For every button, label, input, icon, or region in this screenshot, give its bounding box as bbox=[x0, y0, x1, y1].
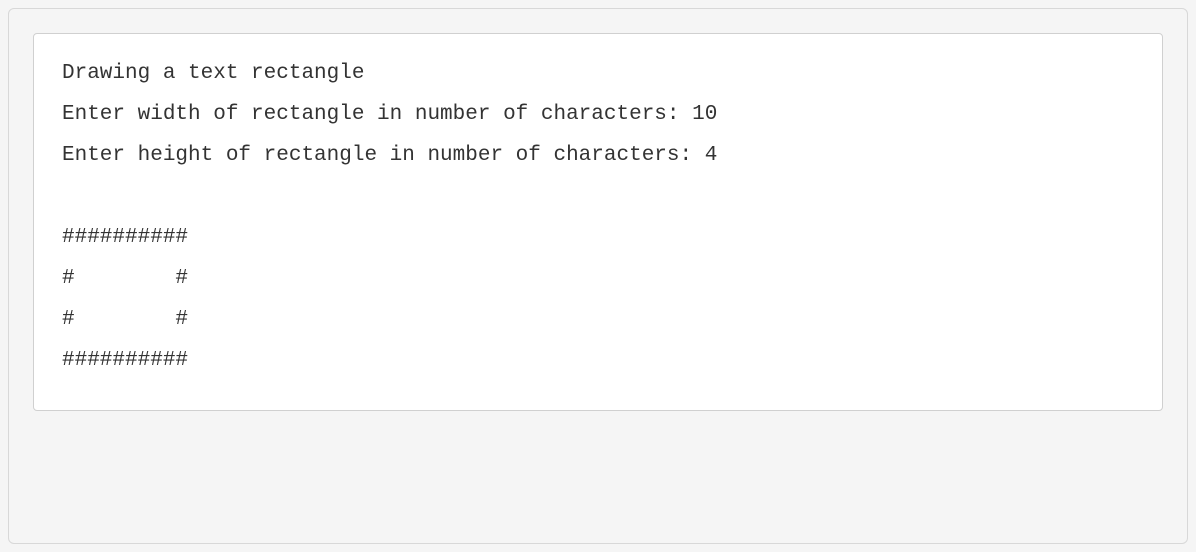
code-output-box: Drawing a text rectangle Enter width of … bbox=[33, 33, 1163, 411]
console-output: Drawing a text rectangle Enter width of … bbox=[62, 54, 1134, 382]
outer-container: Drawing a text rectangle Enter width of … bbox=[8, 8, 1188, 544]
